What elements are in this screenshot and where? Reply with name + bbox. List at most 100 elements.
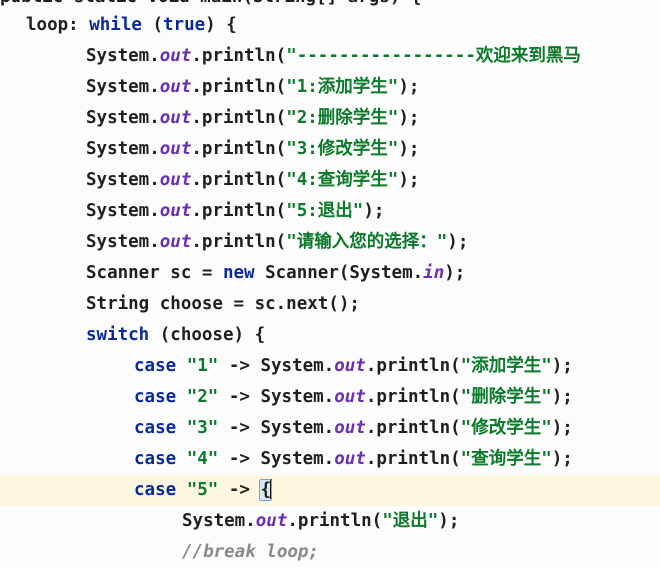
code-line[interactable]: case "4" -> System.out.println("查询学生"); [0, 444, 660, 475]
code-field: out [159, 170, 192, 190]
code-token: ); [551, 418, 573, 438]
code-token: ) { [205, 15, 237, 35]
text-cursor [270, 479, 273, 499]
code-field: out [159, 232, 192, 252]
code-string: "-----------------欢迎来到黑马 [286, 46, 581, 66]
code-token: .println( [365, 449, 461, 469]
code-string: "5" [186, 480, 219, 500]
code-token: .println( [365, 418, 461, 438]
code-token: -> [218, 480, 261, 500]
code-keyword: case [134, 480, 177, 500]
code-string: "1" [186, 356, 219, 376]
code-field: out [159, 46, 192, 66]
code-line[interactable]: System.out.println("-----------------欢迎来… [0, 41, 660, 72]
code-keyword: case [134, 418, 177, 438]
code-token: ); [363, 201, 385, 221]
code-token: .println( [191, 170, 287, 190]
code-token: .println( [287, 511, 383, 531]
code-token: -> System. [218, 418, 335, 438]
code-token: ); [551, 356, 573, 376]
code-field: out [159, 77, 192, 97]
code-line[interactable]: switch (choose) { [0, 320, 660, 351]
code-token: System. [86, 46, 160, 66]
code-token: System. [182, 511, 256, 531]
code-keyword: switch [86, 325, 150, 345]
code-token: System. [86, 201, 160, 221]
code-token: ); [447, 232, 469, 252]
code-line[interactable]: System.out.println("2:删除学生"); [0, 103, 660, 134]
code-field: out [334, 449, 366, 469]
code-string: "查询学生" [460, 449, 552, 469]
code-string: "添加学生" [460, 356, 552, 376]
code-token: ); [398, 108, 420, 128]
code-string: "4" [186, 449, 219, 469]
code-keyword: case [134, 449, 177, 469]
code-token: -> System. [218, 449, 335, 469]
code-field: in [423, 263, 445, 283]
code-line[interactable]: System.out.println("退出"); [0, 506, 660, 537]
code-line[interactable]: case "1" -> System.out.println("添加学生"); [0, 351, 660, 382]
code-token: .println( [191, 46, 287, 66]
code-line[interactable]: String choose = sc.next(); [0, 289, 660, 320]
code-line[interactable]: case "3" -> System.out.println("修改学生"); [0, 413, 660, 444]
code-keyword: case [134, 387, 177, 407]
code-token: : [68, 15, 90, 35]
code-line[interactable]: System.out.println("5:退出"); [0, 196, 660, 227]
code-string: "3" [186, 418, 219, 438]
code-string: "修改学生" [460, 418, 552, 438]
code-token: ); [444, 263, 466, 283]
code-field: out [334, 387, 366, 407]
code-token: .println( [365, 387, 461, 407]
code-field: out [334, 356, 366, 376]
code-token: public static void main(String[] args) { [0, 0, 421, 7]
code-string: "2" [186, 387, 219, 407]
code-token: ); [551, 387, 573, 407]
code-string: "4:查询学生" [286, 170, 399, 190]
code-token: (choose) { [149, 325, 266, 345]
code-token: ( [141, 15, 163, 35]
code-token: ); [398, 170, 420, 190]
code-token: System. [86, 77, 160, 97]
code-token: System. [86, 139, 160, 159]
code-keyword: true [163, 15, 206, 35]
code-line[interactable]: //break loop; [0, 537, 660, 567]
code-token: ); [398, 77, 420, 97]
code-token: .println( [191, 139, 287, 159]
code-token: loop [26, 15, 69, 35]
code-token: ); [398, 139, 420, 159]
code-line[interactable]: loop: while (true) { [0, 10, 660, 41]
code-token: -> System. [218, 356, 335, 376]
code-token: .println( [191, 77, 287, 97]
code-string: "请输入您的选择：" [286, 232, 448, 252]
code-token: .println( [191, 108, 287, 128]
code-editor[interactable]: public static void main(String[] args) {… [0, 0, 660, 567]
code-token: Scanner sc = [86, 263, 223, 283]
code-token: ); [438, 511, 460, 531]
code-token: ); [551, 449, 573, 469]
code-token: -> System. [218, 387, 335, 407]
code-token: System. [86, 170, 160, 190]
code-line[interactable]: System.out.println("4:查询学生"); [0, 165, 660, 196]
code-token: .println( [365, 356, 461, 376]
code-line[interactable]: case "2" -> System.out.println("删除学生"); [0, 382, 660, 413]
code-string: "3:修改学生" [286, 139, 399, 159]
code-field: out [159, 139, 192, 159]
code-line[interactable]: Scanner sc = new Scanner(System.in); [0, 258, 660, 289]
code-token: String choose = sc.next(); [86, 294, 360, 314]
code-token: System. [86, 232, 160, 252]
code-line[interactable]: System.out.println("请输入您的选择："); [0, 227, 660, 258]
code-string: "5:退出" [286, 201, 364, 221]
code-field: out [255, 511, 288, 531]
code-keyword: case [134, 356, 177, 376]
code-token: .println( [191, 201, 287, 221]
current-code-line[interactable]: case "5" -> { [0, 475, 660, 506]
code-line[interactable]: System.out.println("1:添加学生"); [0, 72, 660, 103]
code-token: System. [86, 108, 160, 128]
code-comment: //break loop; [182, 542, 319, 562]
code-string: "2:删除学生" [286, 108, 399, 128]
code-line[interactable]: System.out.println("3:修改学生"); [0, 134, 660, 165]
